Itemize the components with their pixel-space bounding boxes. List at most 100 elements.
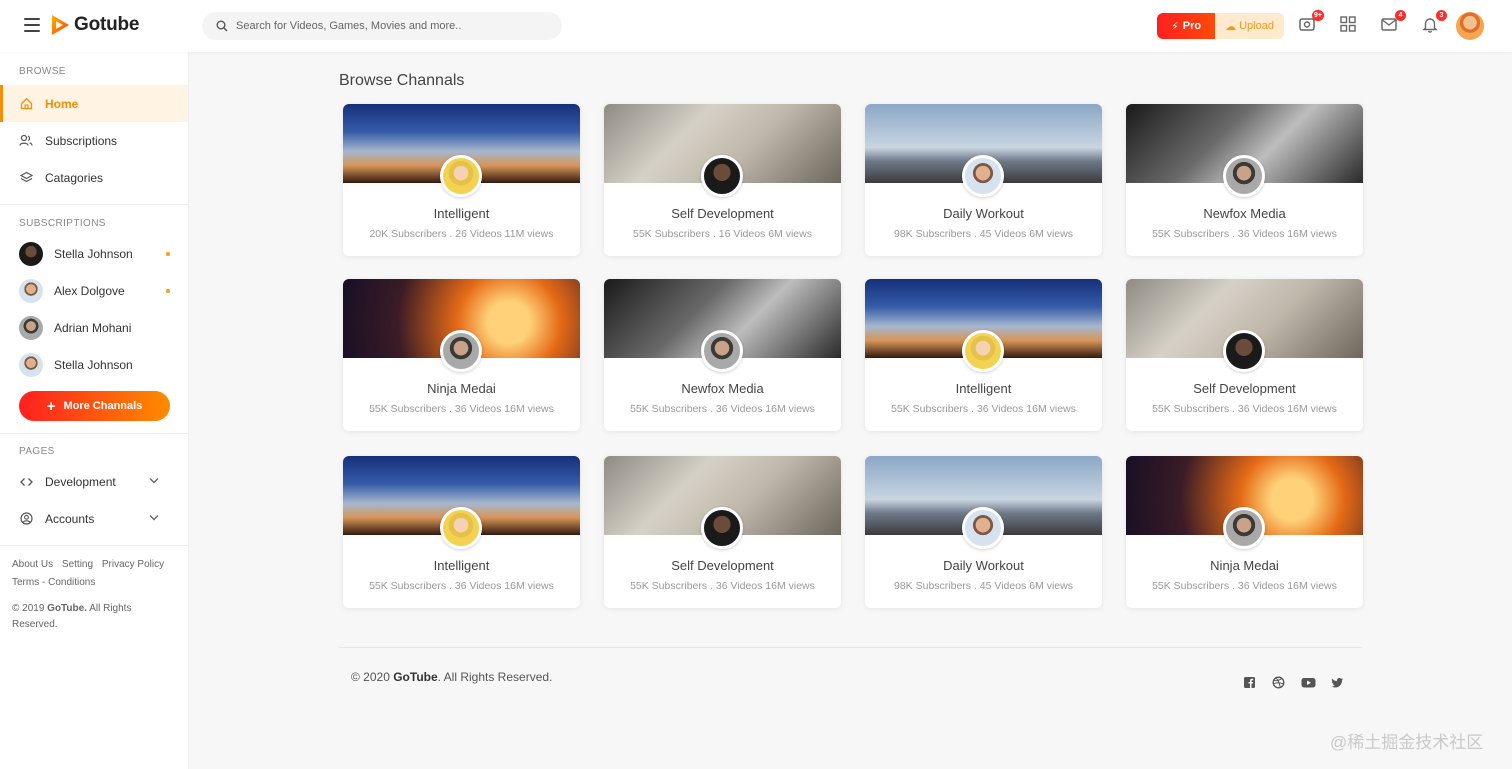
sidebar-footer-links: About Us Setting Privacy Policy Terms - … bbox=[0, 556, 188, 592]
subscription-item-adrian-mohani[interactable]: Adrian Mohani bbox=[0, 309, 188, 346]
subscription-name: Alex Dolgove bbox=[54, 283, 125, 298]
sidebar-item-accounts[interactable]: Accounts bbox=[0, 500, 188, 537]
channel-name: Daily Workout bbox=[943, 206, 1024, 221]
channel-name: Self Development bbox=[671, 558, 774, 573]
more-channels-button[interactable]: + More Channals bbox=[19, 391, 170, 421]
user-circle-icon bbox=[19, 512, 33, 526]
privacy-policy-link[interactable]: Privacy Policy bbox=[102, 559, 164, 570]
about-us-link[interactable]: About Us bbox=[12, 559, 53, 570]
avatar bbox=[19, 241, 43, 266]
avatar bbox=[19, 352, 43, 377]
channel-avatar bbox=[1223, 155, 1265, 197]
channel-name: Self Development bbox=[671, 206, 774, 221]
menu-icon[interactable] bbox=[24, 18, 40, 32]
channel-card[interactable]: Ninja Medai 55K Subscribers . 36 Videos 1… bbox=[343, 279, 580, 431]
top-header: Gotube ⚡ Pro ☁ Upload 9+ 4 3 bbox=[0, 0, 1512, 52]
sidebar-item-label: Accounts bbox=[45, 511, 95, 526]
footer-copyright-prefix: © 2020 bbox=[351, 670, 394, 684]
youtube-icon[interactable] bbox=[1301, 676, 1316, 689]
channel-card[interactable]: Newfox Media 55K Subscribers . 36 Videos … bbox=[1126, 104, 1363, 256]
subscription-name: Stella Johnson bbox=[54, 357, 133, 372]
sidebar-item-development[interactable]: Development bbox=[0, 463, 188, 500]
bolt-icon: ⚡ bbox=[1171, 20, 1179, 33]
channel-card[interactable]: Intelligent 55K Subscribers . 36 Videos 1… bbox=[343, 456, 580, 608]
channel-stats: 55K Subscribers . 36 Videos 16M views bbox=[1152, 228, 1337, 240]
search-input[interactable] bbox=[236, 20, 536, 32]
channel-name: Newfox Media bbox=[1203, 206, 1286, 221]
channel-avatar bbox=[1223, 507, 1265, 549]
avatar bbox=[19, 315, 43, 340]
layers-icon bbox=[19, 171, 33, 185]
channel-card[interactable]: Intelligent 20K Subscribers . 26 Videos 1… bbox=[343, 104, 580, 256]
channel-stats: 55K Subscribers . 36 Videos 16M views bbox=[1152, 580, 1337, 592]
facebook-icon[interactable] bbox=[1243, 676, 1256, 689]
sidebar-divider bbox=[0, 433, 188, 434]
chevron-down-icon bbox=[149, 478, 159, 484]
setting-link[interactable]: Setting bbox=[62, 559, 93, 570]
grid-icon[interactable] bbox=[1339, 15, 1359, 35]
search-icon bbox=[216, 20, 228, 32]
copyright-brand: GoTube. bbox=[47, 603, 87, 614]
browse-section-title: BROWSE bbox=[19, 66, 66, 77]
channel-name: Daily Workout bbox=[943, 558, 1024, 573]
search-bar[interactable] bbox=[202, 12, 562, 40]
video-badge: 9+ bbox=[1312, 10, 1324, 21]
pro-button[interactable]: ⚡ Pro bbox=[1157, 13, 1216, 39]
channel-card[interactable]: Daily Workout 98K Subscribers . 45 Videos… bbox=[865, 104, 1102, 256]
channel-card[interactable]: Ninja Medai 55K Subscribers . 36 Videos 1… bbox=[1126, 456, 1363, 608]
sidebar-item-label: Catagories bbox=[45, 170, 104, 185]
dribbble-icon[interactable] bbox=[1272, 676, 1285, 689]
channel-card[interactable]: Intelligent 55K Subscribers . 36 Videos 1… bbox=[865, 279, 1102, 431]
channel-name: Ninja Medai bbox=[427, 381, 496, 396]
channel-card[interactable]: Daily Workout 98K Subscribers . 45 Videos… bbox=[865, 456, 1102, 608]
footer-copyright: © 2020 GoTube. All Rights Reserved. bbox=[351, 670, 552, 684]
sidebar-item-label: Development bbox=[45, 474, 116, 489]
channel-card[interactable]: Newfox Media 55K Subscribers . 36 Videos … bbox=[604, 279, 841, 431]
subscription-name: Adrian Mohani bbox=[54, 320, 132, 335]
channel-avatar bbox=[701, 507, 743, 549]
bell-icon[interactable]: 3 bbox=[1421, 10, 1447, 35]
subscription-item-stella-johnson[interactable]: Stella Johnson bbox=[0, 235, 188, 272]
code-icon bbox=[19, 475, 33, 489]
channel-avatar bbox=[1223, 330, 1265, 372]
channel-avatar bbox=[440, 330, 482, 372]
logo[interactable]: Gotube bbox=[50, 14, 139, 36]
channel-name: Ninja Medai bbox=[1210, 558, 1279, 573]
home-icon bbox=[19, 97, 33, 111]
channel-card[interactable]: Self Development 55K Subscribers . 36 Vid… bbox=[604, 456, 841, 608]
mail-icon[interactable]: 4 bbox=[1380, 10, 1406, 35]
footer-copyright-brand: GoTube bbox=[393, 670, 438, 684]
avatar bbox=[19, 278, 43, 303]
terms-conditions-link[interactable]: Terms - Conditions bbox=[12, 577, 95, 588]
sidebar-item-categories[interactable]: Catagories bbox=[0, 159, 188, 196]
channel-stats: 55K Subscribers . 36 Videos 16M views bbox=[1152, 403, 1337, 415]
channel-name: Newfox Media bbox=[681, 381, 764, 396]
channel-card[interactable]: Self Development 55K Subscribers . 16 Vid… bbox=[604, 104, 841, 256]
sidebar-divider bbox=[0, 545, 188, 546]
twitter-icon[interactable] bbox=[1331, 676, 1344, 689]
channel-card[interactable]: Self Development 55K Subscribers . 36 Vid… bbox=[1126, 279, 1363, 431]
video-icon[interactable]: 9+ bbox=[1298, 10, 1324, 35]
channel-stats: 98K Subscribers . 45 Videos 6M views bbox=[894, 580, 1073, 592]
footer-copyright-suffix: . All Rights Reserved. bbox=[437, 670, 553, 684]
upload-label: Upload bbox=[1239, 20, 1274, 32]
sidebar-item-home[interactable]: Home bbox=[0, 85, 188, 122]
plus-icon: + bbox=[46, 397, 56, 415]
upload-button[interactable]: ☁ Upload bbox=[1215, 13, 1284, 39]
sidebar-item-label: Subscriptions bbox=[45, 133, 118, 148]
channel-name: Intelligent bbox=[433, 558, 490, 573]
chevron-down-icon bbox=[149, 515, 159, 521]
sidebar-item-subscriptions[interactable]: Subscriptions bbox=[0, 122, 188, 159]
channel-avatar bbox=[440, 507, 482, 549]
mail-badge: 4 bbox=[1395, 10, 1406, 21]
more-channels-label: More Channals bbox=[63, 400, 143, 412]
footer-divider bbox=[339, 647, 1362, 648]
logo-text: Gotube bbox=[74, 14, 140, 35]
pages-section-title: PAGES bbox=[19, 446, 55, 457]
channel-avatar bbox=[701, 155, 743, 197]
user-avatar[interactable] bbox=[1456, 12, 1484, 40]
channel-stats: 55K Subscribers . 36 Videos 16M views bbox=[630, 403, 815, 415]
new-indicator-dot bbox=[166, 288, 170, 293]
subscription-item-alex-dolgove[interactable]: Alex Dolgove bbox=[0, 272, 188, 309]
subscription-item-stella-johnson-2[interactable]: Stella Johnson bbox=[0, 346, 188, 383]
